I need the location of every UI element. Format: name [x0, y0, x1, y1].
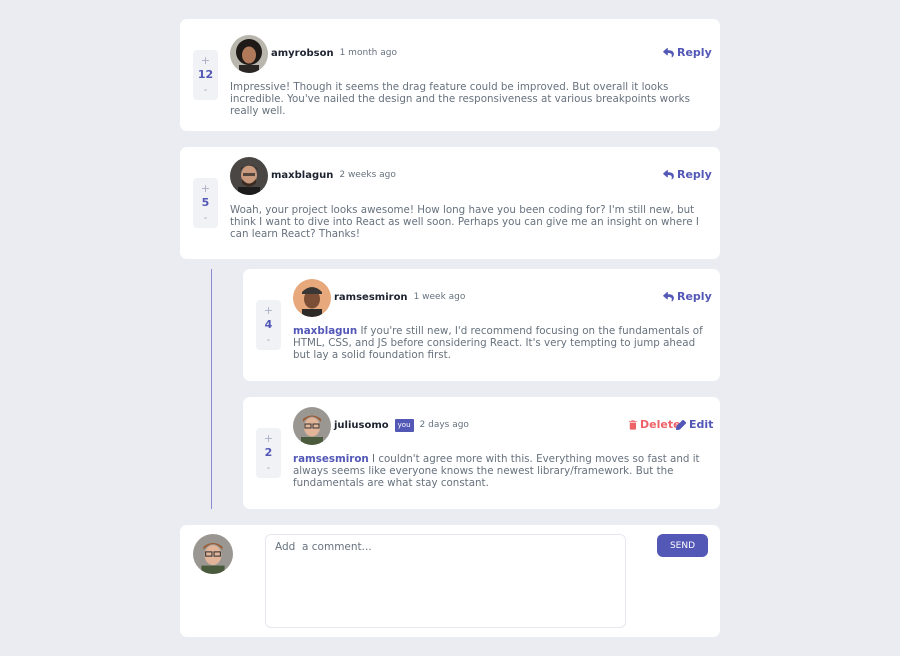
reply-card-own: + 2 - juliusomo you 2 days ago Delete Ed… [243, 397, 720, 509]
comment-meta: maxblagun 2 weeks ago [271, 168, 396, 182]
upvote-button[interactable]: + [201, 55, 210, 66]
comment-meta: amyrobson 1 month ago [271, 46, 397, 60]
vote-widget: + 4 - [256, 300, 281, 350]
timestamp: 1 week ago [413, 292, 466, 302]
trash-icon [629, 419, 637, 430]
delete-label: Delete [640, 418, 681, 431]
comment-card: + 12 - amyrobson 1 month ago Reply Impre… [180, 19, 720, 131]
edit-button[interactable]: Edit [676, 418, 713, 431]
comment-text: maxblagun If you're still new, I'd recom… [293, 325, 707, 361]
avatar [293, 279, 331, 317]
upvote-button[interactable]: + [264, 433, 273, 444]
comment-meta: ramsesmiron 1 week ago [334, 290, 465, 304]
current-user-avatar [193, 534, 233, 574]
vote-widget: + 12 - [193, 50, 218, 100]
timestamp: 2 days ago [419, 420, 469, 430]
vote-widget: + 5 - [193, 178, 218, 228]
reply-icon [663, 47, 674, 57]
reply-button[interactable]: Reply [663, 168, 712, 181]
username[interactable]: maxblagun [271, 170, 333, 181]
downvote-button[interactable]: - [267, 334, 271, 345]
score-value: 2 [264, 446, 273, 459]
upvote-button[interactable]: + [264, 305, 273, 316]
username[interactable]: juliusomo [334, 420, 389, 431]
comment-card: + 5 - maxblagun 2 weeks ago Reply Woah, … [180, 147, 720, 259]
reply-button[interactable]: Reply [663, 46, 712, 59]
comment-text: Impressive! Though it seems the drag fea… [230, 81, 690, 117]
score-value: 5 [201, 196, 210, 209]
reply-button[interactable]: Reply [663, 290, 712, 303]
timestamp: 1 month ago [339, 48, 397, 58]
comment-text: ramsesmiron I couldn't agree more with t… [293, 453, 707, 489]
reply-label: Reply [677, 290, 712, 303]
score-value: 12 [197, 68, 214, 81]
downvote-button[interactable]: - [204, 212, 208, 223]
reply-label: Reply [677, 168, 712, 181]
username[interactable]: amyrobson [271, 48, 334, 59]
comment-meta: juliusomo you 2 days ago [334, 418, 469, 432]
avatar [230, 35, 268, 73]
downvote-button[interactable]: - [267, 462, 271, 473]
avatar [293, 407, 331, 445]
comment-input[interactable] [265, 534, 626, 628]
comment-text: Woah, your project looks awesome! How lo… [230, 204, 699, 240]
reply-thread-line [211, 269, 212, 509]
reply-label: Reply [677, 46, 712, 59]
send-button[interactable]: SEND [657, 534, 708, 557]
username[interactable]: ramsesmiron [334, 292, 408, 303]
reply-card: + 4 - ramsesmiron 1 week ago Reply maxbl… [243, 269, 720, 381]
vote-widget: + 2 - [256, 428, 281, 478]
mention-link[interactable]: ramsesmiron [293, 453, 369, 465]
edit-label: Edit [689, 418, 714, 431]
delete-button[interactable]: Delete [629, 418, 681, 431]
mention-link[interactable]: maxblagun [293, 325, 357, 337]
upvote-button[interactable]: + [201, 183, 210, 194]
score-value: 4 [264, 318, 273, 331]
avatar [230, 157, 268, 195]
reply-icon [663, 291, 674, 301]
downvote-button[interactable]: - [204, 84, 208, 95]
timestamp: 2 weeks ago [339, 170, 396, 180]
reply-icon [663, 169, 674, 179]
you-badge: you [394, 418, 414, 432]
pencil-icon [676, 419, 686, 430]
